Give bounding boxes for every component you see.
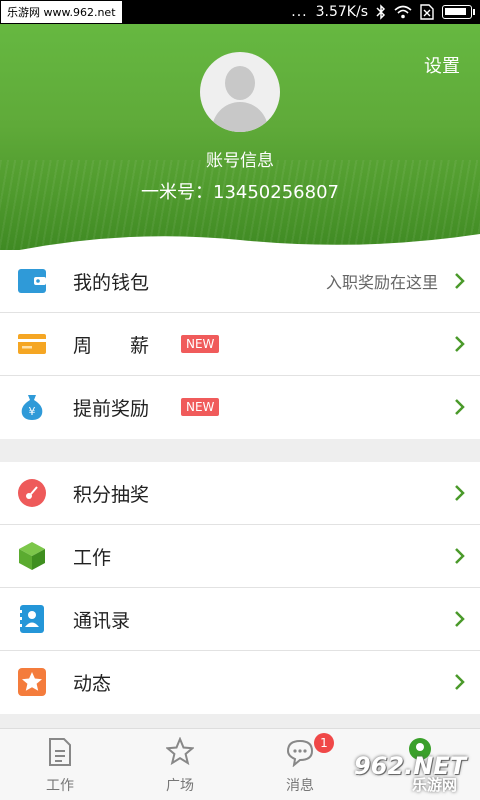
- svg-text:¥: ¥: [29, 405, 36, 418]
- site-watermark: 乐游网 www.962.net: [0, 0, 123, 24]
- avatar-body-shape: [212, 102, 268, 132]
- tab-work[interactable]: 工作: [0, 729, 120, 800]
- feature-section: 积分抽奖 工作 通讯录 动态: [0, 462, 480, 714]
- chevron-right-icon: [455, 336, 465, 352]
- card-icon: [18, 334, 46, 354]
- unread-badge: 1: [314, 733, 334, 753]
- yimi-id: 一米号：13450256807: [141, 182, 339, 203]
- battery-level: [445, 8, 466, 15]
- weekly-pay-row[interactable]: 周 薪 NEW: [0, 313, 480, 376]
- contacts-label: 通讯录: [73, 609, 131, 632]
- new-badge: NEW: [181, 398, 220, 416]
- weekly-pay-label: 周 薪: [73, 334, 150, 357]
- wallet-icon: [18, 269, 46, 293]
- chat-icon: [286, 739, 314, 767]
- early-reward-row[interactable]: ¥ 提前奖励 NEW: [0, 376, 480, 439]
- new-badge: NEW: [181, 335, 220, 353]
- points-lottery-row[interactable]: 积分抽奖: [0, 462, 480, 525]
- notification-dots: ...: [291, 4, 308, 20]
- contacts-icon: [18, 605, 44, 633]
- brand-watermark: 962.NET 乐游网: [342, 748, 476, 794]
- chevron-right-icon: [455, 674, 465, 690]
- work-row[interactable]: 工作: [0, 525, 480, 588]
- wallet-section: 我的钱包 入职奖励在这里 周 薪 NEW ¥ 提前奖励 NEW: [0, 250, 480, 439]
- no-sim-icon: [420, 4, 434, 20]
- chevron-right-icon: [455, 485, 465, 501]
- lottery-icon: [18, 479, 46, 507]
- network-speed: 3.57K/s: [315, 4, 368, 20]
- chevron-right-icon: [455, 273, 465, 289]
- status-indicators: ... 3.57K/s: [291, 0, 475, 24]
- tab-square[interactable]: 广场: [120, 729, 240, 800]
- header-wave: [19, 234, 480, 250]
- wallet-hint: 入职奖励在这里: [325, 273, 438, 292]
- tab-work-label: 工作: [46, 778, 74, 794]
- wallet-label: 我的钱包: [73, 271, 150, 294]
- brand-watermark-small: 乐游网: [412, 776, 458, 794]
- avatar-head-shape: [225, 66, 255, 100]
- work-label: 工作: [73, 546, 112, 569]
- star-icon: [18, 668, 46, 696]
- moments-row[interactable]: 动态: [0, 651, 480, 714]
- settings-button[interactable]: 设置: [424, 52, 460, 78]
- wallet-row[interactable]: 我的钱包 入职奖励在这里: [0, 250, 480, 313]
- chevron-right-icon: [455, 399, 465, 415]
- early-reward-label: 提前奖励: [73, 398, 150, 420]
- document-icon: [49, 738, 71, 766]
- money-bag-icon: ¥: [21, 395, 43, 420]
- star-outline-icon: [166, 737, 194, 766]
- contacts-row[interactable]: 通讯录: [0, 588, 480, 651]
- avatar[interactable]: [200, 52, 280, 132]
- status-bar: 乐游网 www.962.net ... 3.57K/s: [0, 0, 480, 24]
- account-info-label[interactable]: 账号信息: [0, 146, 480, 171]
- battery-icon: [442, 5, 475, 19]
- moments-label: 动态: [73, 673, 112, 695]
- profile-header: 设置 账号信息 一米号：13450256807: [0, 24, 480, 250]
- chevron-right-icon: [455, 611, 465, 627]
- wifi-icon: [394, 5, 412, 19]
- bluetooth-icon: [376, 4, 386, 20]
- chevron-right-icon: [455, 548, 465, 564]
- tab-square-label: 广场: [166, 778, 194, 794]
- points-lottery-label: 积分抽奖: [73, 483, 150, 506]
- box-icon: [19, 542, 45, 570]
